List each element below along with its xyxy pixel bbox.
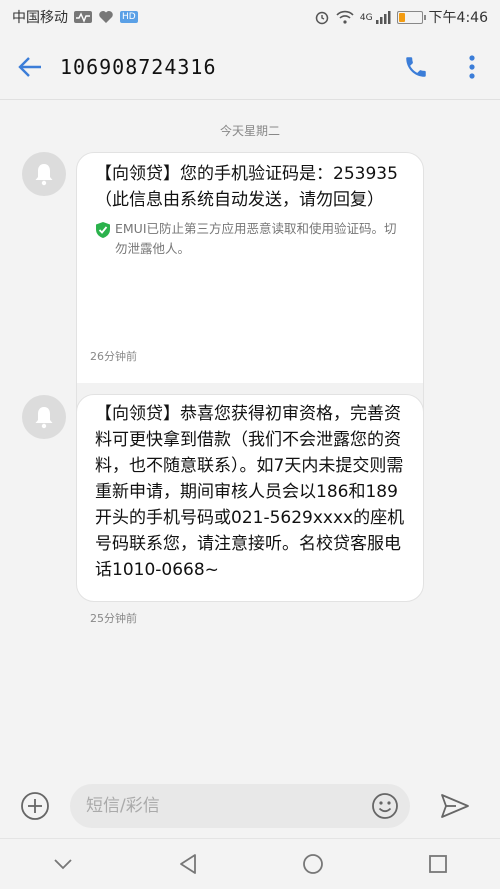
hd-badge: HD	[120, 11, 138, 23]
wifi-icon	[336, 10, 354, 24]
nav-recents-button[interactable]	[408, 839, 468, 889]
message-time: 26分钟前	[90, 350, 137, 363]
message-input[interactable]	[86, 796, 368, 816]
date-separator: 今天星期二	[219, 124, 280, 138]
send-button[interactable]	[410, 780, 500, 832]
status-bar: 中国移动 HD 4G 下午4:46	[0, 0, 500, 34]
bell-icon	[35, 164, 53, 186]
security-note: EMUI已防止第三方应用恶意读取和使用验证码。切勿泄露他人。	[77, 213, 423, 269]
contact-number: 106908724316	[60, 54, 217, 79]
sender-avatar[interactable]	[22, 395, 66, 439]
signal-icon	[375, 11, 391, 24]
heart-icon	[99, 11, 113, 23]
back-button[interactable]	[0, 34, 60, 100]
message-bubble[interactable]: 【向领贷】恭喜您获得初审资格，完善资料可更快拿到借款（我们不会泄露您的资料，也不…	[76, 394, 424, 602]
emoji-icon	[372, 793, 398, 819]
square-recents-icon	[428, 855, 447, 873]
system-nav-bar	[0, 838, 500, 889]
shield-icon	[96, 222, 110, 238]
phone-icon	[406, 56, 426, 77]
network-type: 4G	[359, 13, 373, 23]
emoji-button[interactable]	[368, 789, 402, 823]
nav-home-button[interactable]	[283, 839, 343, 889]
activity-icon	[74, 11, 92, 23]
security-note-text: EMUI已防止第三方应用恶意读取和使用验证码。切勿泄露他人。	[115, 221, 397, 256]
hide-keyboard-button[interactable]	[33, 839, 93, 889]
message-text: 【向领贷】恭喜您获得初审资格，完善资料可更快拿到借款（我们不会泄露您的资料，也不…	[95, 404, 405, 580]
bell-icon	[35, 407, 53, 429]
clock: 下午4:46	[428, 10, 488, 26]
nav-back-button[interactable]	[158, 839, 218, 889]
chevron-down-icon	[53, 859, 72, 870]
battery-icon	[396, 10, 426, 24]
back-arrow-icon	[18, 56, 41, 77]
triangle-back-icon	[179, 854, 196, 874]
message-text: 【向领贷】您的手机验证码是：253935（此信息由系统自动发送，请勿回复）	[95, 164, 398, 210]
more-options-button[interactable]	[444, 34, 500, 100]
message-input-box[interactable]	[70, 784, 410, 828]
plus-circle-icon	[21, 792, 49, 820]
conversation-header: 106908724316	[0, 34, 500, 100]
call-button[interactable]	[388, 34, 444, 100]
carrier-name: 中国移动	[12, 10, 68, 26]
message-composer	[0, 780, 500, 832]
send-icon	[441, 794, 469, 818]
add-attachment-button[interactable]	[0, 780, 70, 832]
message-time: 25分钟前	[90, 612, 137, 625]
alarm-icon	[315, 11, 329, 25]
message-list[interactable]: 今天星期二 【向领贷】您的手机验证码是：253935（此信息由系统自动发送，请勿…	[0, 100, 500, 780]
more-vertical-icon	[469, 54, 475, 79]
sender-avatar[interactable]	[22, 152, 66, 196]
circle-home-icon	[302, 854, 323, 874]
